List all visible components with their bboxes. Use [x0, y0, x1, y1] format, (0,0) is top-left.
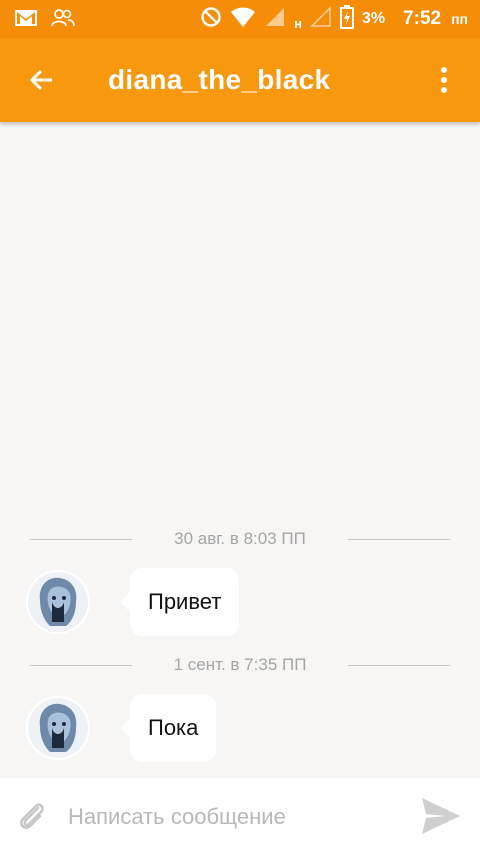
signal-icon [264, 6, 286, 33]
avatar[interactable] [26, 696, 90, 760]
message-bubble[interactable]: Пока [119, 694, 217, 762]
signal-empty-icon [310, 5, 332, 33]
paperclip-icon [20, 803, 44, 829]
battery-percent: 3% [361, 10, 386, 27]
avatar[interactable] [26, 570, 90, 634]
clock-time: 7:52 [403, 8, 442, 29]
date-separator: 1 сент. в 7:35 ПП [0, 654, 480, 676]
message-text: Пока [148, 715, 199, 740]
network-type-label: н [294, 15, 302, 31]
battery-icon [339, 4, 354, 34]
message-composer [0, 778, 480, 854]
back-button[interactable] [26, 64, 58, 96]
send-icon [422, 798, 460, 834]
toolbar: diana_the_black [0, 38, 480, 122]
status-bar: н 3% 7:52 пп [0, 0, 480, 38]
clock-ampm: пп [451, 11, 468, 27]
chat-title: diana_the_black [108, 64, 331, 95]
more-vertical-icon [441, 67, 447, 93]
arrow-left-icon [29, 69, 52, 91]
message-input[interactable] [66, 798, 410, 836]
overflow-menu-button[interactable] [432, 64, 456, 96]
do-not-disturb-icon [200, 6, 222, 33]
send-button[interactable] [420, 796, 462, 836]
wifi-icon [230, 6, 256, 33]
message-bubble[interactable]: Привет [119, 568, 240, 636]
lion-avatar-icon [28, 572, 88, 632]
message-list[interactable]: 30 авг. в 8:03 ПП Привет 1 сент. в 7:35 … [0, 122, 480, 778]
contacts-icon [50, 8, 76, 33]
attach-button[interactable] [14, 798, 50, 834]
message-text: Привет [148, 589, 222, 614]
date-separator: 30 авг. в 8:03 ПП [0, 528, 480, 550]
lion-avatar-icon [28, 698, 88, 758]
gmail-icon [14, 8, 38, 33]
